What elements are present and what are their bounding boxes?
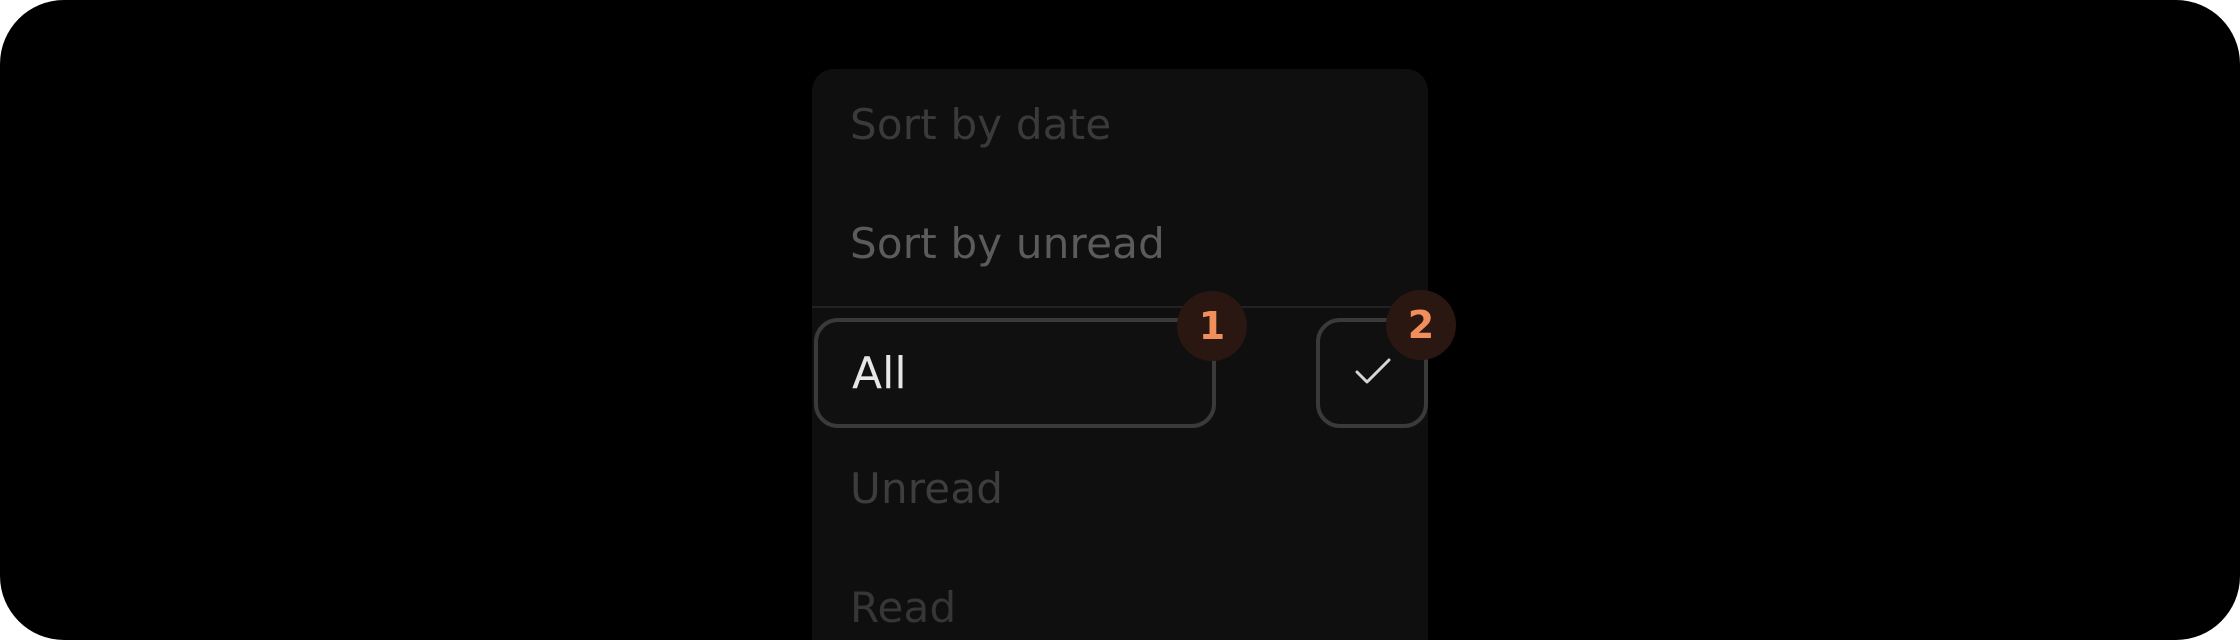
annotation-badge-2: 2	[1386, 290, 1456, 360]
menu-item-sort-by-unread[interactable]: Sort by unread	[850, 223, 1165, 265]
checkmark-icon	[1355, 358, 1391, 384]
menu-item-read[interactable]: Read	[850, 587, 956, 629]
menu-item-all-focused[interactable]: All	[814, 318, 1216, 428]
menu-item-all-label: All	[852, 348, 907, 399]
menu-item-unread[interactable]: Unread	[850, 468, 1003, 510]
menu-item-sort-by-date[interactable]: Sort by date	[850, 104, 1111, 146]
menu-divider	[812, 306, 1428, 308]
screen: Sort by date Sort by unread Unread Read …	[0, 0, 2240, 640]
annotation-badge-1: 1	[1177, 291, 1247, 361]
